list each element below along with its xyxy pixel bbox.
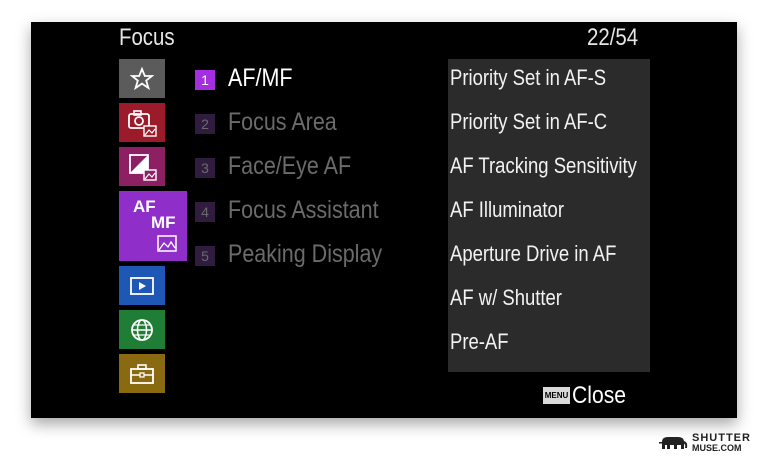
tab-focus-selected[interactable]: AF MF: [119, 191, 187, 261]
menu-title: Focus: [119, 24, 175, 51]
toolbox-icon: [130, 363, 154, 384]
menu-item-peaking-display[interactable]: 5 Peaking Display: [195, 240, 445, 284]
watermark-logo: SHUTTER MUSE.COM: [658, 432, 764, 454]
tab-playback[interactable]: [119, 266, 165, 305]
camera-icon: [128, 109, 157, 137]
watermark-line2: MUSE.COM: [692, 443, 742, 453]
menu-item-focus-assistant[interactable]: 4 Focus Assistant: [195, 196, 445, 240]
page-number-badge: 4: [195, 202, 215, 222]
globe-icon: [131, 318, 153, 341]
page-number-badge: 2: [195, 114, 215, 134]
menu-item-label: Focus Assistant: [228, 196, 379, 224]
page-number-badge: 3: [195, 158, 215, 178]
tab-setup[interactable]: [119, 354, 165, 393]
focus-page-list: 1 AF/MF 2 Focus Area 3 Face/Eye AF 4 Foc…: [195, 64, 445, 284]
elephant-logo-icon: [659, 437, 688, 449]
page-number-badge: 5: [195, 246, 215, 266]
page-indicator: 22/54: [587, 24, 639, 51]
menu-item-label: Focus Area: [228, 108, 337, 136]
page-number-badge: 1: [195, 70, 215, 90]
play-icon: [130, 276, 154, 295]
menu-key-badge: MENU: [543, 387, 570, 404]
submenu-item[interactable]: AF w/ Shutter: [450, 285, 562, 311]
submenu-item[interactable]: Priority Set in AF-S: [450, 65, 606, 91]
camera-menu-screen: Focus 22/54 AF MF 1 AF/MF 2 Focus Area 3…: [31, 22, 737, 418]
submenu-item[interactable]: AF Illuminator: [450, 197, 564, 223]
star-icon: [130, 66, 154, 90]
menu-item-label: AF/MF: [228, 64, 293, 92]
still-image-icon: [157, 235, 177, 252]
submenu-item[interactable]: AF Tracking Sensitivity: [450, 153, 637, 179]
menu-item-af-mf[interactable]: 1 AF/MF: [195, 64, 445, 108]
submenu-item[interactable]: Priority Set in AF-C: [450, 109, 607, 135]
tab-exposure[interactable]: [119, 147, 165, 186]
tab-column: AF MF: [119, 59, 187, 398]
exposure-icon: [129, 153, 157, 181]
menu-item-label: Face/Eye AF: [228, 152, 352, 180]
menu-item-label: Peaking Display: [228, 240, 383, 268]
mf-tab-label: MF: [151, 213, 176, 232]
submenu-item[interactable]: Aperture Drive in AF: [450, 241, 616, 267]
submenu-item[interactable]: Pre-AF: [450, 329, 509, 355]
tab-my-menu[interactable]: [119, 59, 165, 98]
close-label: Close: [572, 382, 626, 409]
menu-item-focus-area[interactable]: 2 Focus Area: [195, 108, 445, 152]
tab-shooting[interactable]: [119, 103, 165, 142]
menu-item-face-eye-af[interactable]: 3 Face/Eye AF: [195, 152, 445, 196]
af-mf-submenu: Priority Set in AF-S Priority Set in AF-…: [448, 59, 650, 372]
tab-network[interactable]: [119, 310, 165, 349]
